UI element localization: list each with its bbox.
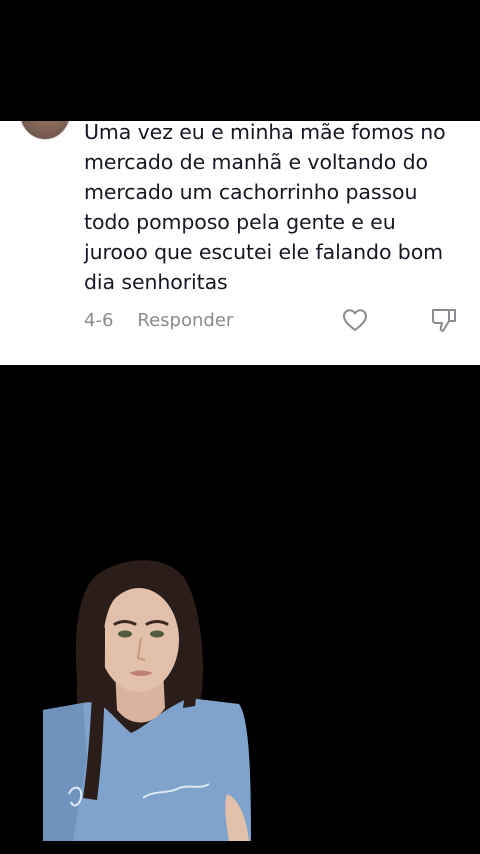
thumbs-down-outline-icon (431, 309, 456, 332)
like-button[interactable] (341, 306, 369, 334)
comment-card: Uma vez eu e minha mãe fomos no mercado … (0, 121, 480, 365)
commenter-avatar[interactable] (20, 121, 70, 139)
comment-meta: 4-6 Responder (84, 308, 233, 332)
comment-date: 4-6 (84, 309, 114, 331)
dislike-button[interactable] (430, 306, 458, 334)
reply-button[interactable]: Responder (137, 310, 233, 331)
person-video-cutout (43, 560, 251, 841)
heart-outline-icon (343, 309, 367, 331)
video-area[interactable] (0, 365, 480, 854)
top-black-bar (0, 0, 480, 121)
comment-text: Uma vez eu e minha mãe fomos no mercado … (84, 121, 446, 294)
